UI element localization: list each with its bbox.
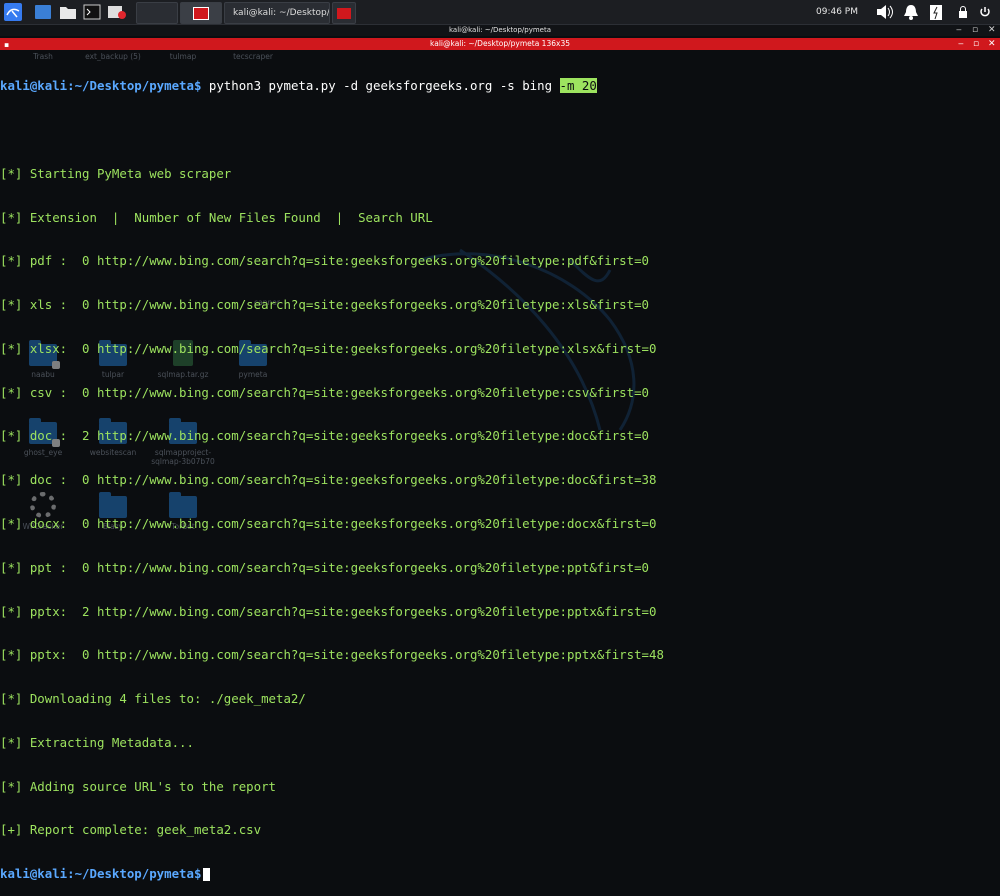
taskbar-red-app[interactable] <box>180 2 222 24</box>
power-icon[interactable] <box>977 3 993 21</box>
terminal-title-small: kali@kali: ~/Desktop/pymeta <box>449 26 551 34</box>
terminal-titlebar: kali@kali: ~/Desktop/pymeta <box>0 25 1000 36</box>
output-line: [*] doc : 2 http://www.bing.com/search?q… <box>0 428 650 444</box>
prompt-user: kali@kali <box>0 78 68 94</box>
terminal-output[interactable]: kali@kali:~/Desktop/pymeta$ python3 pyme… <box>0 50 1000 896</box>
lock-icon[interactable] <box>955 3 971 21</box>
terminal-icon[interactable] <box>82 3 102 21</box>
tab-minimize-button[interactable]: ‒ <box>958 39 964 49</box>
output-line: [*] xls : 0 http://www.bing.com/search?q… <box>0 297 650 313</box>
output-line: [*] Extension | Number of New Files Foun… <box>0 209 433 225</box>
prompt-path: :~/Desktop/pymeta$ <box>67 78 202 94</box>
screenrecorder-icon[interactable] <box>106 3 128 21</box>
output-line: [*] csv : 0 http://www.bing.com/search?q… <box>0 384 650 400</box>
output-line: [*] Starting PyMeta web scraper <box>0 165 232 181</box>
workspace-icon[interactable] <box>33 3 53 21</box>
notification-icon[interactable] <box>900 3 922 21</box>
kali-menu-icon[interactable] <box>3 3 23 21</box>
taskbar-terminal[interactable]: kali@kali: ~/Desktop/py... <box>224 2 330 24</box>
taskbar-red-app-2[interactable] <box>332 2 356 24</box>
tab-maximize-button[interactable]: ▫ <box>973 39 979 49</box>
terminal-tab-bar: ▪ kali@kali: ~/Desktop/pymeta 136x35 <box>0 38 1000 50</box>
command-text: python3 pymeta.py -d geeksforgeeks.org -… <box>201 78 560 94</box>
maximize-button[interactable]: ▫ <box>972 26 978 35</box>
power-manager-icon[interactable] <box>926 3 946 21</box>
output-line: [*] Adding source URL's to the report <box>0 778 277 794</box>
output-line: [*] docx: 0 http://www.bing.com/search?q… <box>0 516 657 531</box>
prompt-path: :~/Desktop/pymeta$ <box>67 866 202 882</box>
output-line: [+] Report complete: geek_meta2.csv <box>0 822 262 838</box>
output-line: [*] pptx: 2 http://www.bing.com/search?q… <box>0 603 657 619</box>
terminal-title: kali@kali: ~/Desktop/pymeta 136x35 <box>430 39 570 48</box>
prompt-user: kali@kali <box>0 866 68 882</box>
files-icon[interactable] <box>58 3 78 21</box>
output-line: [*] xlsx: 0 http://www.bing.com/search?q… <box>0 340 657 356</box>
output-line: [*] Downloading 4 files to: ./geek_meta2… <box>0 691 306 707</box>
output-line: [*] Extracting Metadata... <box>0 734 194 750</box>
output-line: [*] pdf : 0 http://www.bing.com/search?q… <box>0 253 650 269</box>
output-line: [*] doc : 0 http://www.bing.com/search?q… <box>0 472 657 488</box>
tab-close-button[interactable]: ✕ <box>988 39 996 49</box>
minimize-button[interactable]: ‒ <box>956 26 962 35</box>
command-tail: -m 20 <box>559 78 597 94</box>
close-button[interactable]: ✕ <box>988 26 996 35</box>
top-panel: kali@kali: ~/Desktop/py... 09:46 PM <box>0 0 1000 25</box>
taskbar-terminal-label: kali@kali: ~/Desktop/py... <box>233 8 330 18</box>
output-line: [*] pptx: 0 http://www.bing.com/search?q… <box>0 647 664 663</box>
terminal-cursor <box>203 868 211 882</box>
speaker-icon[interactable] <box>874 3 896 21</box>
taskbar-blank[interactable] <box>136 2 178 24</box>
clock[interactable]: 09:46 PM <box>816 7 858 17</box>
command-line: kali@kali:~/Desktop/pymeta$ python3 pyme… <box>0 78 1000 94</box>
final-prompt-line: kali@kali:~/Desktop/pymeta$ <box>0 866 1000 882</box>
